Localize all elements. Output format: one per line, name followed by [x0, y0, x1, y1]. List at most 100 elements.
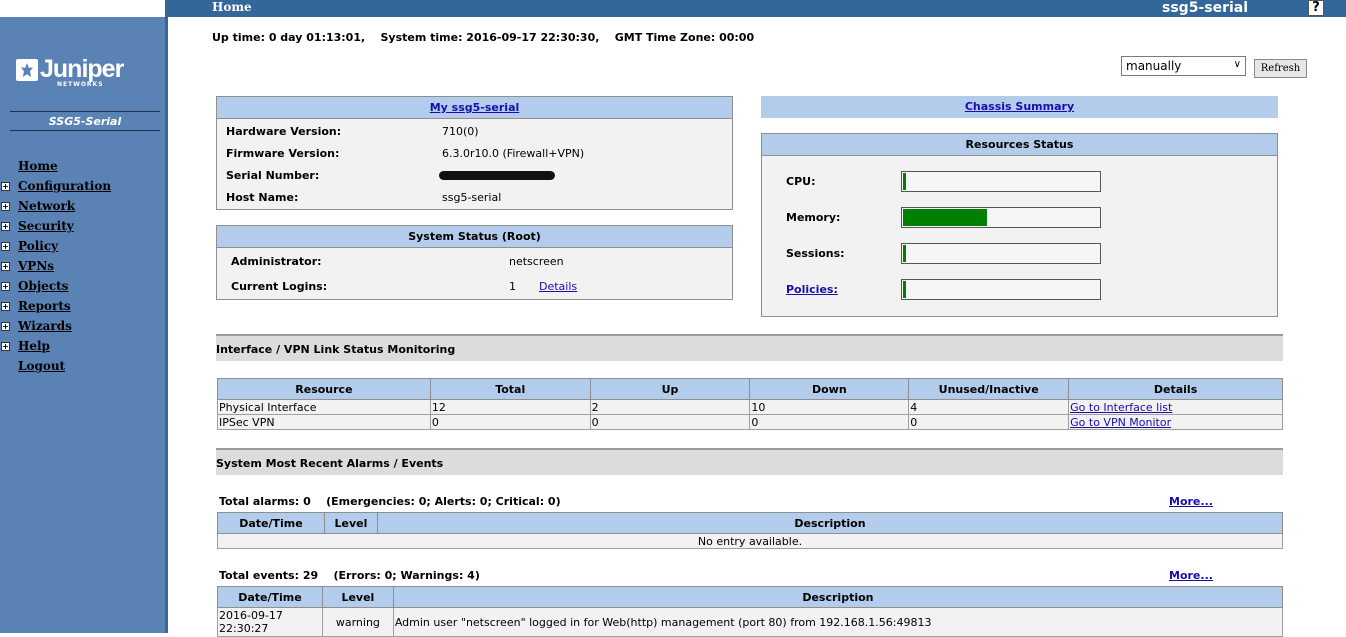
resources-status-header: Resources Status: [762, 134, 1277, 156]
sessions-bar-fill: [903, 245, 906, 262]
table-row: Physical Interface 12 2 10 4 Go to Inter…: [217, 399, 1283, 415]
cell-up: 0: [589, 414, 751, 430]
cell-total: 0: [429, 414, 591, 430]
table-header-row: Date/Time Level Description: [217, 586, 1284, 608]
event-description: Admin user "netscreen" logged in for Web…: [392, 607, 1284, 637]
sidebar-item-label: Policy: [18, 239, 59, 253]
juniper-mark-icon: [16, 59, 38, 81]
column-description: Description: [376, 512, 1284, 534]
current-logins-value: 1: [509, 280, 516, 293]
device-name: ssg5-serial: [1162, 0, 1249, 16]
cell-up: 2: [589, 399, 751, 415]
help-icon[interactable]: ?: [1308, 0, 1324, 16]
expand-plus-icon[interactable]: +: [1, 322, 10, 331]
firmware-version-label: Firmware Version:: [226, 147, 340, 160]
column-down: Down: [749, 378, 910, 400]
refresh-button[interactable]: Refresh: [1254, 59, 1307, 78]
column-unused: Unused/Inactive: [908, 378, 1070, 400]
refresh-mode-value: manually: [1126, 59, 1182, 73]
alarms-more-link[interactable]: More...: [1169, 495, 1213, 508]
serial-number-redacted: [439, 171, 555, 180]
column-details: Details: [1068, 378, 1283, 400]
device-model: SSG5-Serial: [48, 115, 122, 128]
event-datetime-cell: 2016-09-17 22:30:27: [217, 607, 323, 637]
table-header-row: Date/Time Level Description: [217, 512, 1284, 534]
alarms-section-header: System Most Recent Alarms / Events: [216, 448, 1283, 475]
cell-unused: 4: [908, 399, 1070, 415]
event-date: 2016-09-17: [219, 609, 283, 622]
sidebar: Juniper NETWORKS SSG5-Serial Home + Config…: [0, 0, 168, 633]
chevron-down-icon: ∨: [1233, 59, 1241, 70]
total-alarms: Total alarms: 0 (Emergencies: 0; Alerts:…: [219, 495, 561, 508]
logo-subtext: NETWORKS: [57, 81, 104, 88]
cell-down: 10: [749, 399, 910, 415]
expand-plus-icon[interactable]: +: [1, 282, 10, 291]
events-table: Date/Time Level Description 2016-09-17 22…: [217, 586, 1284, 637]
sidebar-item-label: VPNs: [18, 259, 55, 273]
system-status-header: System Status (Root): [217, 226, 732, 248]
no-entry-cell: No entry available.: [217, 533, 1283, 549]
column-resource: Resource: [217, 378, 431, 400]
policies-bar: [901, 279, 1101, 300]
divider: [10, 111, 160, 112]
column-total: Total: [429, 378, 591, 400]
sidebar-item-label: Objects: [18, 279, 69, 293]
sessions-label: Sessions:: [786, 247, 845, 260]
table-row: IPSec VPN 0 0 0 0 Go to VPN Monitor: [217, 414, 1283, 430]
expand-plus-icon[interactable]: +: [1, 222, 10, 231]
sidebar-item-label: Logout: [18, 359, 66, 373]
sidebar-item-label: Help: [18, 339, 50, 353]
details-link[interactable]: Details: [539, 280, 577, 293]
chassis-summary-header: Chassis Summary: [761, 96, 1278, 118]
host-name-value: ssg5-serial: [442, 191, 502, 204]
column-up: Up: [589, 378, 751, 400]
cpu-bar-fill: [903, 173, 906, 190]
administrator-value: netscreen: [509, 255, 564, 268]
sidebar-item-label: Configuration: [18, 179, 112, 193]
refresh-mode-select[interactable]: manually ∨: [1121, 56, 1246, 76]
cell-details: Go to Interface list: [1068, 399, 1283, 415]
alarms-table: Date/Time Level Description No entry ava…: [217, 512, 1284, 549]
column-datetime: Date/Time: [217, 512, 325, 534]
memory-bar: [901, 207, 1101, 228]
total-events: Total events: 29 (Errors: 0; Warnings: 4…: [219, 569, 480, 582]
table-row: No entry available.: [217, 533, 1283, 549]
events-more-link[interactable]: More...: [1169, 569, 1213, 582]
uptime-status: Up time: 0 day 01:13:01, System time: 20…: [212, 31, 755, 44]
sessions-bar: [901, 243, 1101, 264]
column-level: Level: [323, 512, 378, 534]
current-logins-label: Current Logins:: [231, 280, 328, 293]
expand-plus-icon[interactable]: +: [1, 262, 10, 271]
cpu-label: CPU:: [786, 175, 816, 188]
event-time: 22:30:27: [219, 622, 269, 635]
expand-plus-icon[interactable]: +: [1, 182, 10, 191]
logo-text: Juniper: [40, 55, 124, 83]
interface-list-link[interactable]: Go to Interface list: [1070, 401, 1172, 414]
expand-plus-icon[interactable]: +: [1, 202, 10, 211]
interface-table: Resource Total Up Down Unused/Inactive D…: [217, 378, 1283, 430]
interface-section-header: Interface / VPN Link Status Monitoring: [216, 334, 1283, 361]
divider: [10, 130, 160, 131]
expand-plus-icon[interactable]: +: [1, 302, 10, 311]
vpn-monitor-link[interactable]: Go to VPN Monitor: [1070, 416, 1171, 429]
cell-resource: Physical Interface: [217, 399, 431, 415]
serial-number-label: Serial Number:: [226, 169, 320, 182]
policies-link[interactable]: Policies:: [786, 283, 838, 296]
sidebar-item-label: Wizards: [18, 319, 72, 333]
firmware-version-value: 6.3.0r10.0 (Firewall+VPN): [442, 147, 585, 160]
device-info-header: My ssg5-serial: [217, 97, 732, 119]
memory-bar-fill: [903, 209, 987, 226]
table-header-row: Resource Total Up Down Unused/Inactive D…: [217, 378, 1283, 400]
device-info-link[interactable]: My ssg5-serial: [430, 101, 520, 114]
sidebar-item-label: Reports: [18, 299, 71, 313]
expand-plus-icon[interactable]: +: [1, 342, 10, 351]
chassis-summary-link[interactable]: Chassis Summary: [965, 100, 1074, 113]
top-bar: Home ssg5-serial ?: [168, 0, 1346, 17]
expand-plus-icon[interactable]: +: [1, 242, 10, 251]
hardware-version-label: Hardware Version:: [226, 125, 342, 138]
cell-resource: IPSec VPN: [217, 414, 431, 430]
chassis-summary-bar: Chassis Summary: [761, 96, 1278, 118]
sidebar-corner: [0, 0, 168, 17]
cell-down: 0: [749, 414, 910, 430]
column-description: Description: [392, 586, 1284, 608]
